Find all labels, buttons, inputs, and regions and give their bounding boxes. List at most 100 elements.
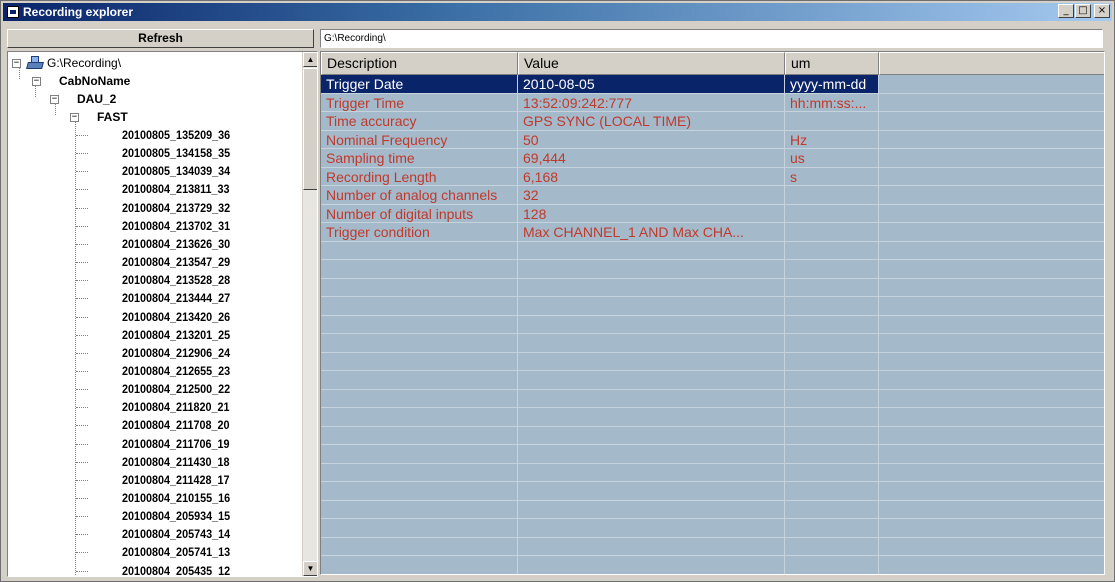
table-row-empty[interactable] [321,241,1104,260]
tree-leaf-recording[interactable]: 20100804_213626_30 [122,235,242,253]
cell-filler [879,408,1104,427]
table-row-empty[interactable] [321,463,1104,482]
cell-value: Max CHANNEL_1 AND Max CHA... [518,223,785,242]
cell-value [518,389,785,408]
tree-leaf-label: 20100804_213626_30 [122,236,231,251]
table-row[interactable]: Time accuracy GPS SYNC (LOCAL TIME) [321,112,1104,131]
table-row-empty[interactable] [321,408,1104,427]
tree-leaf-recording[interactable]: 20100804_213420_26 [122,308,242,326]
cell-value [518,260,785,279]
collapse-icon[interactable]: − [12,58,21,68]
tree-scrollbar[interactable]: ▲ ▼ [302,52,317,576]
table-row-empty[interactable] [321,371,1104,390]
cell-filler [879,260,1104,279]
cell-description [321,297,518,316]
refresh-button[interactable]: Refresh [7,29,314,48]
tree-leaf-recording[interactable]: 20100804_211430_18 [122,453,241,471]
table-row-empty[interactable] [321,556,1104,574]
tree-leaf-recording[interactable]: 20100804_213528_28 [122,271,242,289]
cell-um [785,223,879,242]
table-row-empty[interactable] [321,260,1104,279]
path-field[interactable]: G:\Recording\ [320,29,1103,48]
table-row-empty[interactable] [321,389,1104,408]
table-row[interactable]: Trigger Date 2010-08-05 yyyy-mm-dd [321,75,1104,94]
cell-value [518,519,785,538]
scroll-thumb[interactable] [303,68,317,190]
table-row-empty[interactable] [321,315,1104,334]
table-row-empty[interactable] [321,519,1104,538]
table-row[interactable]: Sampling time 69,444 us [321,149,1104,168]
cell-description [321,389,518,408]
cell-um [785,241,879,260]
tree-leaf-label: 20100804_211430_18 [122,454,230,469]
cell-um [785,278,879,297]
table-row-empty[interactable] [321,500,1104,519]
table-row-empty[interactable] [321,426,1104,445]
table-row-empty[interactable] [321,537,1104,556]
close-button[interactable]: × [1094,4,1110,18]
tree-leaf-recording[interactable]: 20100804_213811_33 [122,180,241,198]
minimize-button[interactable]: _ [1058,4,1074,18]
cell-filler [879,445,1104,464]
title-bar[interactable]: Recording explorer _ □ × [3,3,1112,21]
cell-description: Time accuracy [321,112,518,131]
cell-filler [879,353,1104,371]
table-row-empty[interactable] [321,278,1104,297]
table-row-empty[interactable] [321,352,1104,371]
table-row[interactable]: Trigger Time 13:52:09:242:777 hh:mm:ss:... [321,93,1104,112]
tree-leaf-recording[interactable]: 20100804_212906_24 [122,344,242,362]
column-header-description[interactable]: Description [321,52,518,75]
tree-node-dau[interactable]: − DAU_2 [50,90,116,108]
tree-leaf-recording[interactable]: 20100804_213729_32 [122,199,242,217]
cell-value: 50 [518,130,785,149]
tree-leaf-recording[interactable]: 20100804_213201_25 [122,326,242,344]
table-row-empty[interactable] [321,334,1104,353]
tree-leaf-recording[interactable]: 20100804_205934_15 [122,507,242,525]
collapse-icon[interactable]: − [70,112,79,122]
maximize-button[interactable]: □ [1075,4,1091,18]
tree-leaf-recording[interactable]: 20100804_213702_31 [122,217,242,235]
cell-um [785,371,879,390]
tree-leaf-recording[interactable]: 20100804_211708_20 [122,416,241,434]
collapse-icon[interactable]: − [32,76,41,86]
table-row[interactable]: Trigger condition Max CHANNEL_1 AND Max C… [321,223,1104,242]
tree-leaf-recording[interactable]: 20100804_205741_13 [122,543,242,561]
recording-tree[interactable]: − G:\Recording\ − CabNoName − DAU_2 − FA… [7,51,318,577]
scroll-up-icon[interactable]: ▲ [303,52,317,67]
tree-leaf-recording[interactable]: 20100804_210155_16 [122,489,242,507]
tree-leaf-recording[interactable]: 20100805_135209_36 [122,126,242,144]
cell-description: Number of digital inputs [321,204,518,223]
tree-leaf-recording[interactable]: 20100804_211820_21 [122,398,241,416]
column-header-um[interactable]: um [785,52,879,75]
column-header-value[interactable]: Value [518,52,785,75]
tree-leaf-recording[interactable]: 20100804_211428_17 [122,471,241,489]
tree-node-cab[interactable]: − CabNoName [32,72,130,90]
tree-leaf-label: 20100804_210155_16 [122,491,231,505]
table-row[interactable]: Nominal Frequency 50 Hz [321,130,1104,149]
collapse-icon[interactable]: − [50,94,59,104]
tree-leaf-recording[interactable]: 20100804_205743_14 [122,525,242,543]
tree-leaf-recording[interactable]: 20100805_134158_35 [122,144,242,162]
table-row-empty[interactable] [321,297,1104,316]
table-row-empty[interactable] [321,445,1104,464]
tree-leaf-recording[interactable]: 20100804_213547_29 [122,253,242,271]
tree-leaf-recording[interactable]: 20100804_211706_19 [122,435,241,453]
cell-value: 69,444 [518,149,785,168]
tree-node-root[interactable]: − G:\Recording\ [12,54,121,72]
tree-leaf-recording[interactable]: 20100804_205435_12 [122,562,242,576]
cell-um [785,556,879,574]
tree-node-fast[interactable]: − FAST [70,108,128,126]
table-row[interactable]: Recording Length 6,168 s [321,167,1104,186]
cell-um: us [785,149,879,168]
table-row[interactable]: Number of analog channels 32 [321,186,1104,205]
tree-leaf-recording[interactable]: 20100804_213444_27 [122,289,242,307]
tree-leaf-recording[interactable]: 20100804_212655_23 [122,362,242,380]
tree-leaf-recording[interactable]: 20100804_212500_22 [122,380,242,398]
cell-value: 6,168 [518,167,785,186]
cell-filler [879,242,1104,260]
table-row[interactable]: Number of digital inputs 128 [321,204,1104,223]
scroll-down-icon[interactable]: ▼ [303,561,317,576]
cell-value [518,463,785,482]
table-row-empty[interactable] [321,482,1104,501]
tree-leaf-recording[interactable]: 20100805_134039_34 [122,162,242,180]
